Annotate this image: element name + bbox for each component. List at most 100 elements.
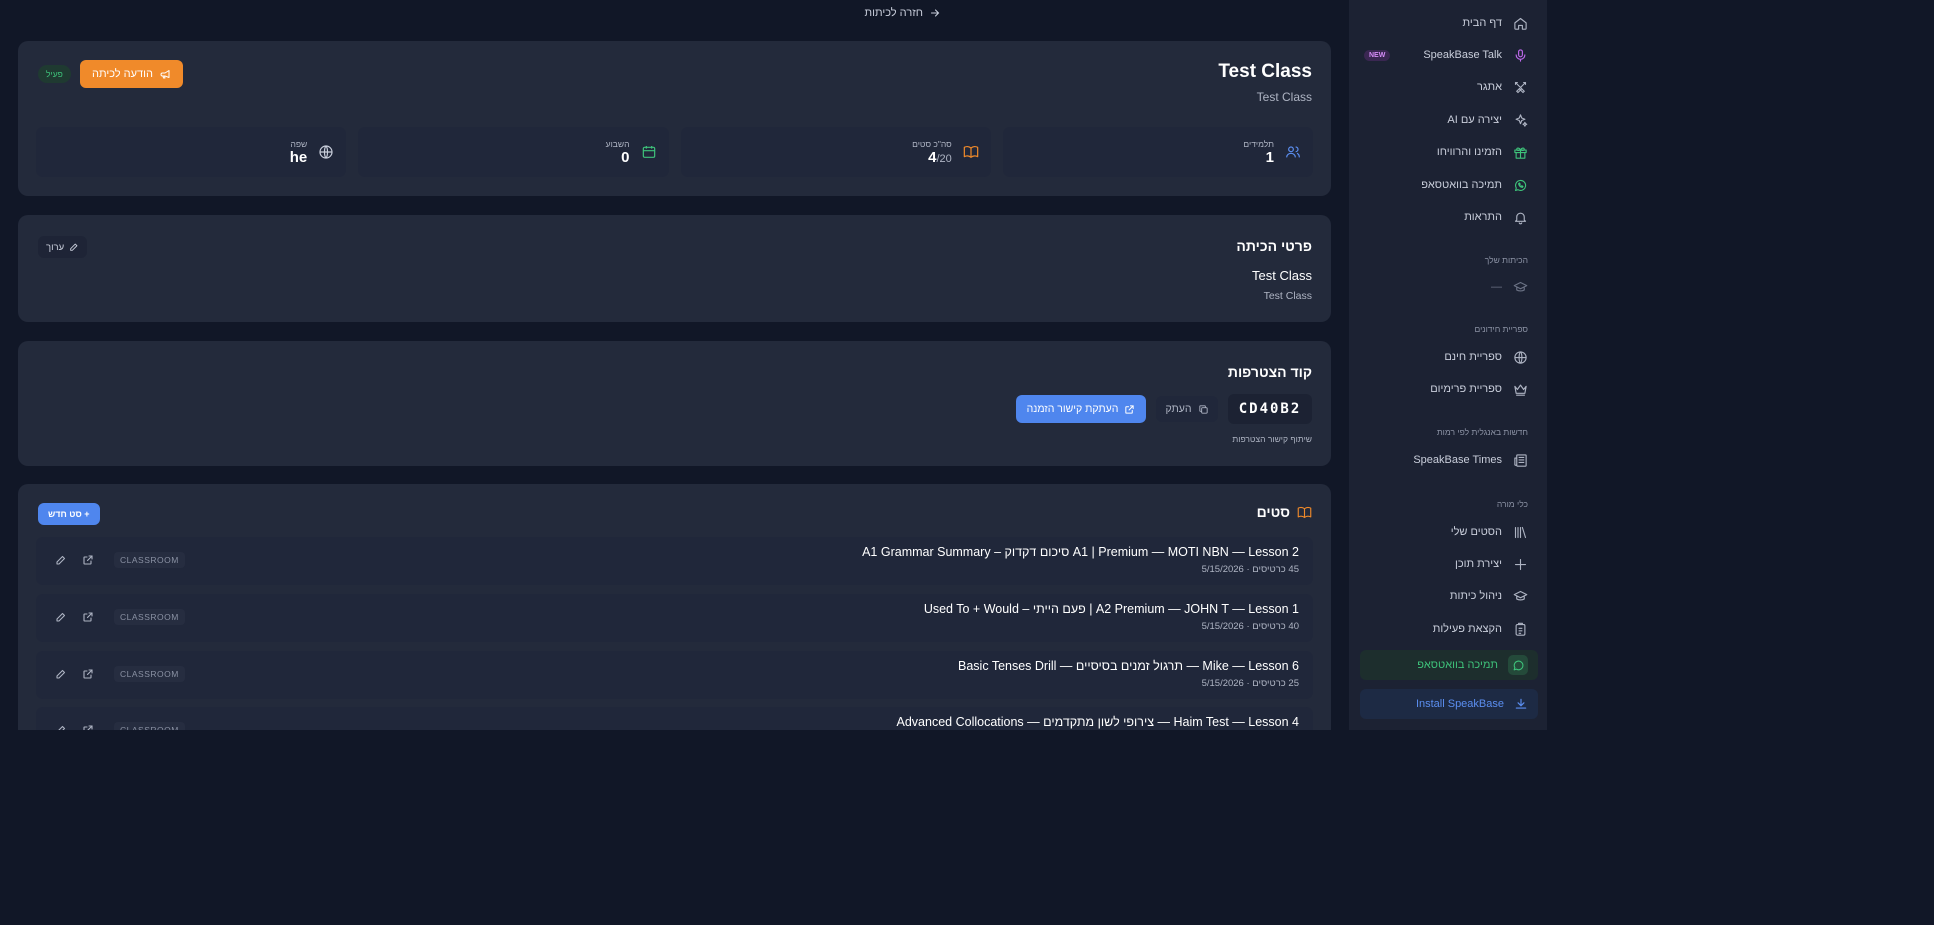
sidebar-item-notifications[interactable]: התראות (1358, 202, 1528, 232)
set-row[interactable]: A1 | Premium — MOTI NBN — Lesson 2 סיכום… (36, 537, 1313, 585)
share-caption: שיתוף קישור הצטרפות (1232, 434, 1312, 444)
sidebar-class-placeholder: — (1358, 272, 1528, 302)
invite-label: העתקת קישור הזמנה (1026, 403, 1119, 415)
sidebar-item-assign-activity[interactable]: הקצאת פעילות (1358, 614, 1528, 644)
sidebar-item-label: הזמינו והרוויחו (1436, 146, 1502, 158)
sidebar-item-speakbase-talk[interactable]: SpeakBase Talk NEW (1358, 40, 1528, 70)
stat-students: תלמידים 1 (1002, 127, 1313, 177)
sidebar-item-manage-classes[interactable]: ניהול כיתות (1358, 581, 1528, 611)
class-header-card: Test Class Test Class פעיל הודעה לכיתה ת… (18, 41, 1331, 196)
sidebar-item-label: דף הבית (1462, 17, 1502, 29)
copy-code-button[interactable]: העתק (1156, 396, 1218, 422)
new-set-button[interactable]: + סט חדש (38, 503, 100, 525)
join-code-card: קוד הצטרפות CD40B2 העתק העתקת קישור הזמנ… (18, 341, 1331, 466)
set-meta: 40 כרטיסים · 5/15/2026 (1201, 621, 1299, 632)
stat-value: 0 (621, 148, 630, 166)
sidebar-item-premium-library[interactable]: ספריית פרימיום (1358, 374, 1528, 404)
sidebar-item-label: ספריית חינם (1444, 351, 1502, 363)
sidebar-item-label: התראות (1464, 211, 1502, 223)
sidebar-item-whatsapp-support[interactable]: תמיכה בוואטסאפ (1358, 170, 1528, 200)
edit-set-icon[interactable] (54, 610, 68, 624)
sidebar-item-label: אתגר (1476, 81, 1502, 93)
sidebar-item-label: — (1491, 281, 1502, 293)
sidebar-item-challenge[interactable]: אתגר (1358, 72, 1528, 102)
sidebar-item-label: הקצאת פעילות (1432, 623, 1502, 635)
copy-label: העתק (1165, 403, 1192, 415)
sidebar-item-invite-earn[interactable]: הזמינו והרוויחו (1358, 137, 1528, 167)
sidebar: דף הבית SpeakBase Talk NEW אתגר יצירה עם… (1349, 0, 1547, 730)
details-title: פרטי הכיתה (1236, 238, 1312, 254)
pencil-icon (69, 242, 79, 252)
announce-to-class-button[interactable]: הודעה לכיתה (80, 60, 183, 88)
section-news: חדשות באנגלית לפי רמות (1436, 427, 1528, 437)
sidebar-item-free-library[interactable]: ספריית חינם (1358, 342, 1528, 372)
whatsapp-label: תמיכה בוואטסאפ (1417, 659, 1498, 671)
sidebar-item-create-content[interactable]: יצירת תוכן (1358, 549, 1528, 579)
graduation-cap-icon (1512, 588, 1528, 604)
install-app-button[interactable]: Install SpeakBase (1360, 689, 1538, 719)
open-external-icon[interactable] (81, 667, 95, 681)
sidebar-item-ai-create[interactable]: יצירה עם AI (1358, 105, 1528, 135)
open-external-icon[interactable] (81, 723, 95, 730)
edit-details-button[interactable]: ערוך (38, 236, 88, 258)
book-icon (962, 143, 980, 161)
edit-set-icon[interactable] (54, 667, 68, 681)
status-badge: פעיל (38, 65, 71, 83)
stats-row: תלמידים 1 סה"כ סטים 4/20 השבוע 0 שפה he (36, 127, 1313, 177)
sets-title: סטים (1257, 504, 1312, 520)
stat-label: סה"כ סטים (912, 138, 952, 149)
microphone-icon (1512, 47, 1528, 63)
stat-label: השבוע (605, 138, 630, 149)
arrow-right-icon (929, 7, 941, 19)
join-title: קוד הצטרפות (1227, 364, 1312, 380)
section-teacher-tools: כלי מורה (1496, 499, 1528, 509)
sidebar-item-label: יצירת תוכן (1454, 558, 1502, 570)
class-details-card: פרטי הכיתה Test Class Test Class ערוך (18, 215, 1331, 322)
globe-icon (1512, 349, 1528, 365)
set-tag: CLASSROOM (114, 552, 185, 568)
section-quiz-library: ספריית חידונים (1474, 324, 1528, 334)
edit-label: ערוך (46, 241, 65, 253)
back-to-classes-link[interactable]: חזרה לכיתות (865, 7, 941, 19)
stat-value: he (289, 148, 308, 166)
stat-this-week: השבוע 0 (358, 127, 669, 177)
open-external-icon[interactable] (81, 553, 95, 567)
set-title: A1 | Premium — MOTI NBN — Lesson 2 סיכום… (862, 545, 1299, 559)
edit-set-icon[interactable] (54, 553, 68, 567)
sidebar-whatsapp-support-button[interactable]: תמיכה בוואטסאפ (1360, 650, 1538, 680)
users-icon (1284, 143, 1302, 161)
set-row[interactable]: A2 Premium — JOHN T — Lesson 1 | פעם היי… (36, 594, 1313, 642)
app-viewport: חזרה לכיתות Test Class Test Class פעיל ה… (0, 0, 1547, 730)
whatsapp-icon (1512, 177, 1528, 193)
page-title: Test Class (1218, 61, 1312, 82)
download-icon (1514, 697, 1528, 711)
swords-icon (1512, 79, 1528, 95)
sidebar-item-label: ספריית פרימיום (1430, 383, 1502, 395)
install-label: Install SpeakBase (1415, 698, 1504, 710)
sidebar-item-speakbase-times[interactable]: SpeakBase Times (1358, 445, 1528, 475)
sidebar-item-label: SpeakBase Times (1413, 454, 1502, 466)
sidebar-item-home[interactable]: דף הבית (1358, 8, 1528, 38)
sidebar-item-label: SpeakBase Talk (1423, 49, 1502, 61)
bell-icon (1512, 209, 1528, 225)
graduation-cap-icon (1512, 279, 1528, 295)
open-external-icon[interactable] (81, 610, 95, 624)
plus-icon (1512, 556, 1528, 572)
sets-title-label: סטים (1256, 504, 1290, 520)
copy-invite-link-button[interactable]: העתקת קישור הזמנה (1016, 395, 1146, 423)
sidebar-item-label: יצירה עם AI (1447, 114, 1502, 126)
set-row[interactable]: Haim Test — Lesson 4 — צירופי לשון מתקדמ… (36, 707, 1313, 730)
edit-set-icon[interactable] (54, 723, 68, 730)
clipboard-icon (1512, 621, 1528, 637)
sidebar-item-my-sets[interactable]: הסטים שלי (1358, 517, 1528, 547)
sidebar-item-label: הסטים שלי (1450, 526, 1502, 538)
library-icon (1512, 524, 1528, 540)
gift-icon (1512, 144, 1528, 160)
set-meta: 45 כרטיסים · 5/15/2026 (1201, 564, 1299, 575)
stat-total-sets: סה"כ סטים 4/20 (680, 127, 991, 177)
sets-card: סטים + סט חדש A1 | Premium — MOTI NBN — … (18, 484, 1331, 730)
set-tag: CLASSROOM (114, 609, 185, 625)
set-row[interactable]: Mike — Lesson 6 — תרגול זמנים בסיסיים — … (36, 651, 1313, 699)
book-icon (1297, 505, 1312, 520)
stat-label: תלמידים (1243, 138, 1274, 149)
